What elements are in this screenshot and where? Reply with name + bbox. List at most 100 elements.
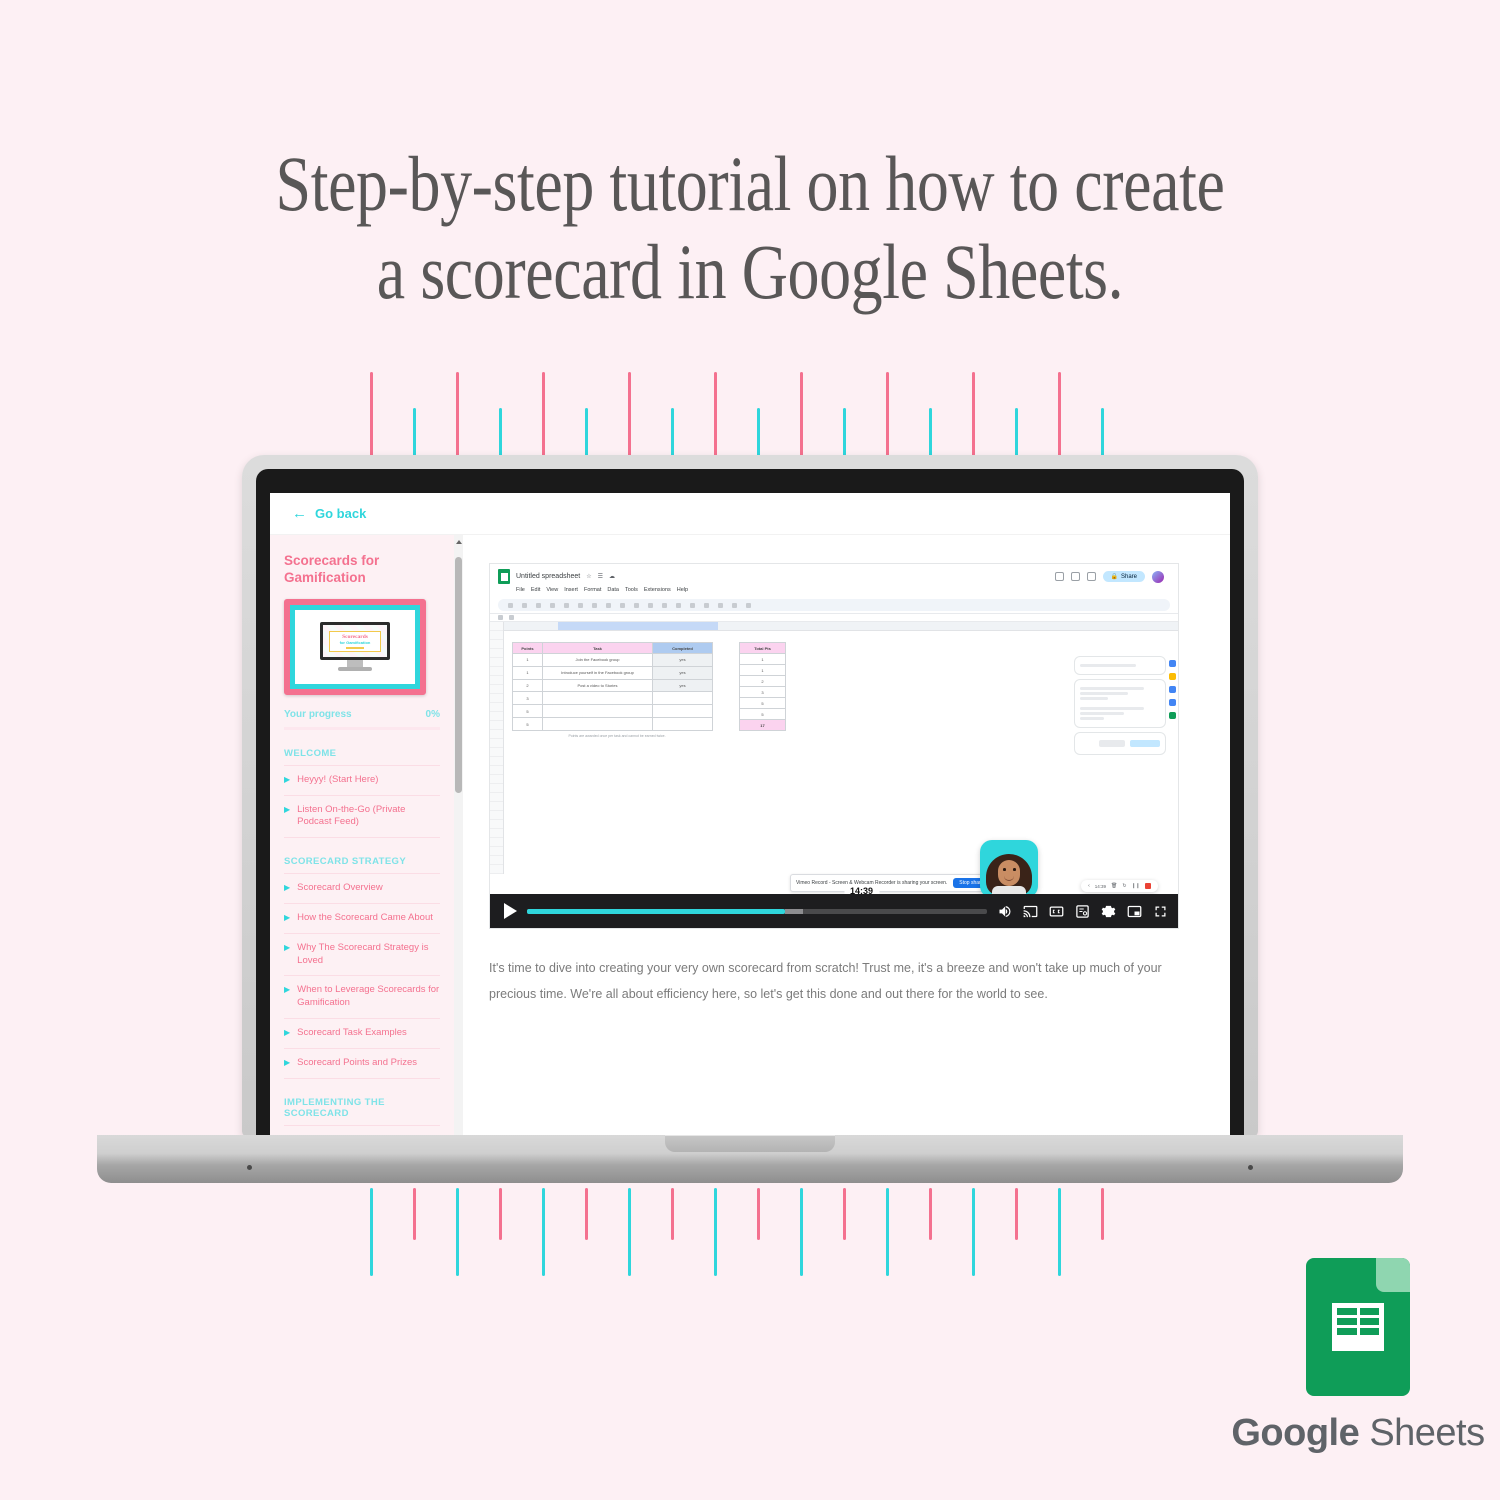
table-cell[interactable]: yes bbox=[652, 653, 713, 667]
table-cell[interactable] bbox=[652, 704, 713, 719]
share-button[interactable]: 🔒 Share bbox=[1102, 571, 1145, 582]
move-folder-icon[interactable]: ☰ bbox=[598, 573, 603, 580]
go-back-button[interactable]: ← Go back bbox=[292, 506, 366, 521]
tasks-icon[interactable] bbox=[1168, 686, 1176, 693]
fill-color-icon[interactable] bbox=[648, 602, 653, 608]
total-points-cell[interactable]: 5 bbox=[739, 697, 786, 709]
course-thumbnail[interactable]: Scorecards for Gamification bbox=[284, 598, 426, 695]
align-icon[interactable] bbox=[690, 602, 695, 608]
total-points-table[interactable]: Total Pts 1 1 2 3 5 5 17 bbox=[739, 642, 786, 731]
row-header-cell[interactable] bbox=[490, 721, 503, 730]
table-cell[interactable]: yes bbox=[652, 678, 713, 693]
contacts-icon[interactable] bbox=[1168, 699, 1176, 706]
total-points-cell[interactable]: 1 bbox=[739, 653, 786, 665]
table-row[interactable]: 5 bbox=[512, 717, 713, 731]
sidebar-lesson-item[interactable]: ▶ Why The Scorecard Strategy is Loved bbox=[284, 934, 440, 977]
table-cell[interactable] bbox=[542, 691, 653, 706]
keep-icon[interactable] bbox=[1168, 673, 1176, 680]
row-header-cell[interactable] bbox=[490, 730, 503, 739]
spreadsheet-title[interactable]: Untitled spreadsheet bbox=[516, 573, 580, 580]
sheets-menu-item[interactable]: Edit bbox=[531, 587, 540, 593]
table-cell[interactable]: 1 bbox=[512, 665, 543, 680]
formula-bar[interactable] bbox=[490, 613, 1178, 622]
video-player[interactable]: Untitled spreadsheet ☆ ☰ ☁ 🔒 Share File … bbox=[489, 563, 1179, 929]
row-header-cell[interactable] bbox=[490, 856, 503, 865]
undo-icon[interactable] bbox=[508, 602, 513, 608]
table-row[interactable]: 2 Post a video to Stories yes bbox=[512, 678, 713, 693]
row-header-cell[interactable] bbox=[490, 775, 503, 784]
print-icon[interactable] bbox=[536, 602, 541, 608]
table-cell[interactable] bbox=[652, 717, 713, 731]
table-cell[interactable] bbox=[542, 717, 653, 731]
row-header-cell[interactable] bbox=[490, 766, 503, 775]
insert-chart-icon[interactable] bbox=[718, 602, 723, 608]
total-points-cell[interactable]: 1 bbox=[739, 664, 786, 676]
row-header-cell[interactable] bbox=[490, 676, 503, 685]
sheets-menu-item[interactable]: Format bbox=[584, 587, 601, 593]
sheets-menu-item[interactable]: Help bbox=[677, 587, 688, 593]
row-header-cell[interactable] bbox=[490, 712, 503, 721]
fullscreen-icon[interactable] bbox=[1153, 904, 1168, 919]
table-row[interactable]: 3 bbox=[512, 691, 713, 706]
sheets-menu-item[interactable]: Tools bbox=[625, 587, 638, 593]
history-icon[interactable] bbox=[1054, 572, 1064, 581]
meet-icon[interactable] bbox=[1086, 572, 1096, 581]
table-cell[interactable]: Post a video to Stories bbox=[542, 678, 653, 693]
recorder-restart-icon[interactable]: ↻ bbox=[1122, 883, 1126, 889]
table-cell[interactable]: 5 bbox=[512, 717, 543, 731]
row-header-cell[interactable] bbox=[490, 865, 503, 874]
picture-in-picture-icon[interactable] bbox=[1127, 904, 1142, 919]
filter-icon[interactable] bbox=[732, 602, 737, 608]
font-select[interactable] bbox=[606, 602, 611, 608]
recorder-delete-icon[interactable]: 🗑 bbox=[1111, 883, 1117, 889]
row-header-cell[interactable] bbox=[490, 811, 503, 820]
sheets-menu-item[interactable]: File bbox=[516, 587, 525, 593]
row-header-cell[interactable] bbox=[490, 703, 503, 712]
scrollbar-thumb[interactable] bbox=[455, 557, 462, 793]
functions-icon[interactable] bbox=[746, 602, 751, 608]
row-header-cell[interactable] bbox=[490, 649, 503, 658]
table-cell[interactable]: 5 bbox=[512, 704, 543, 719]
sidebar-lesson-item[interactable]: ▶ Scorecard Task Examples bbox=[284, 1019, 440, 1049]
recorder-toolbar[interactable]: ‹ 14:39 🗑 ↻ ❙❙ bbox=[1081, 880, 1158, 892]
table-cell[interactable]: Join the Facebook group bbox=[542, 653, 653, 667]
currency-icon[interactable] bbox=[578, 602, 583, 608]
row-header-cell[interactable] bbox=[490, 757, 503, 766]
percent-icon[interactable] bbox=[592, 602, 597, 608]
transcript-icon[interactable] bbox=[1075, 904, 1090, 919]
row-header-cell[interactable] bbox=[490, 685, 503, 694]
borders-icon[interactable] bbox=[662, 602, 667, 608]
italic-icon[interactable] bbox=[634, 602, 639, 608]
cast-icon[interactable] bbox=[1023, 904, 1038, 919]
row-header-cell[interactable] bbox=[490, 640, 503, 649]
total-points-row[interactable]: 2 bbox=[739, 675, 786, 687]
sheets-grid[interactable]: Points Task Completed 1 Join the Facebook g… bbox=[490, 622, 1178, 874]
table-row[interactable]: 1 Join the Facebook group yes bbox=[512, 653, 713, 667]
recorder-pause-icon[interactable]: ❙❙ bbox=[1132, 883, 1140, 889]
table-cell[interactable]: 2 bbox=[512, 678, 543, 693]
row-header-cell[interactable] bbox=[490, 631, 503, 640]
total-points-row[interactable]: 5 bbox=[739, 708, 786, 720]
table-row[interactable]: 5 bbox=[512, 704, 713, 719]
comment-actions[interactable] bbox=[1074, 732, 1166, 755]
sidebar-scrollbar[interactable] bbox=[454, 535, 463, 1137]
zoom-select[interactable] bbox=[564, 602, 569, 608]
video-controls[interactable] bbox=[490, 894, 1178, 928]
comment-thread[interactable] bbox=[1074, 679, 1166, 728]
sheets-toolbar[interactable] bbox=[498, 599, 1170, 611]
row-header-cell[interactable] bbox=[490, 847, 503, 856]
sheets-menu-item[interactable]: Data bbox=[607, 587, 619, 593]
row-header-cell[interactable] bbox=[490, 784, 503, 793]
row-header-cell[interactable] bbox=[490, 667, 503, 676]
comments-icon[interactable] bbox=[1070, 572, 1080, 581]
total-points-row[interactable]: 1 bbox=[739, 664, 786, 676]
star-icon[interactable]: ☆ bbox=[586, 573, 591, 580]
comments-panel[interactable] bbox=[1074, 656, 1166, 759]
scrubber-track[interactable] bbox=[527, 908, 987, 914]
sidebar-lesson-item[interactable]: ▶ Scorecard Points and Prizes bbox=[284, 1049, 440, 1079]
calendar-icon[interactable] bbox=[1168, 660, 1176, 667]
comment-filter[interactable] bbox=[1074, 656, 1166, 675]
sheets-menu-item[interactable]: Insert bbox=[564, 587, 578, 593]
sheets-menu-item[interactable]: Extensions bbox=[644, 587, 671, 593]
row-header-cell[interactable] bbox=[490, 820, 503, 829]
